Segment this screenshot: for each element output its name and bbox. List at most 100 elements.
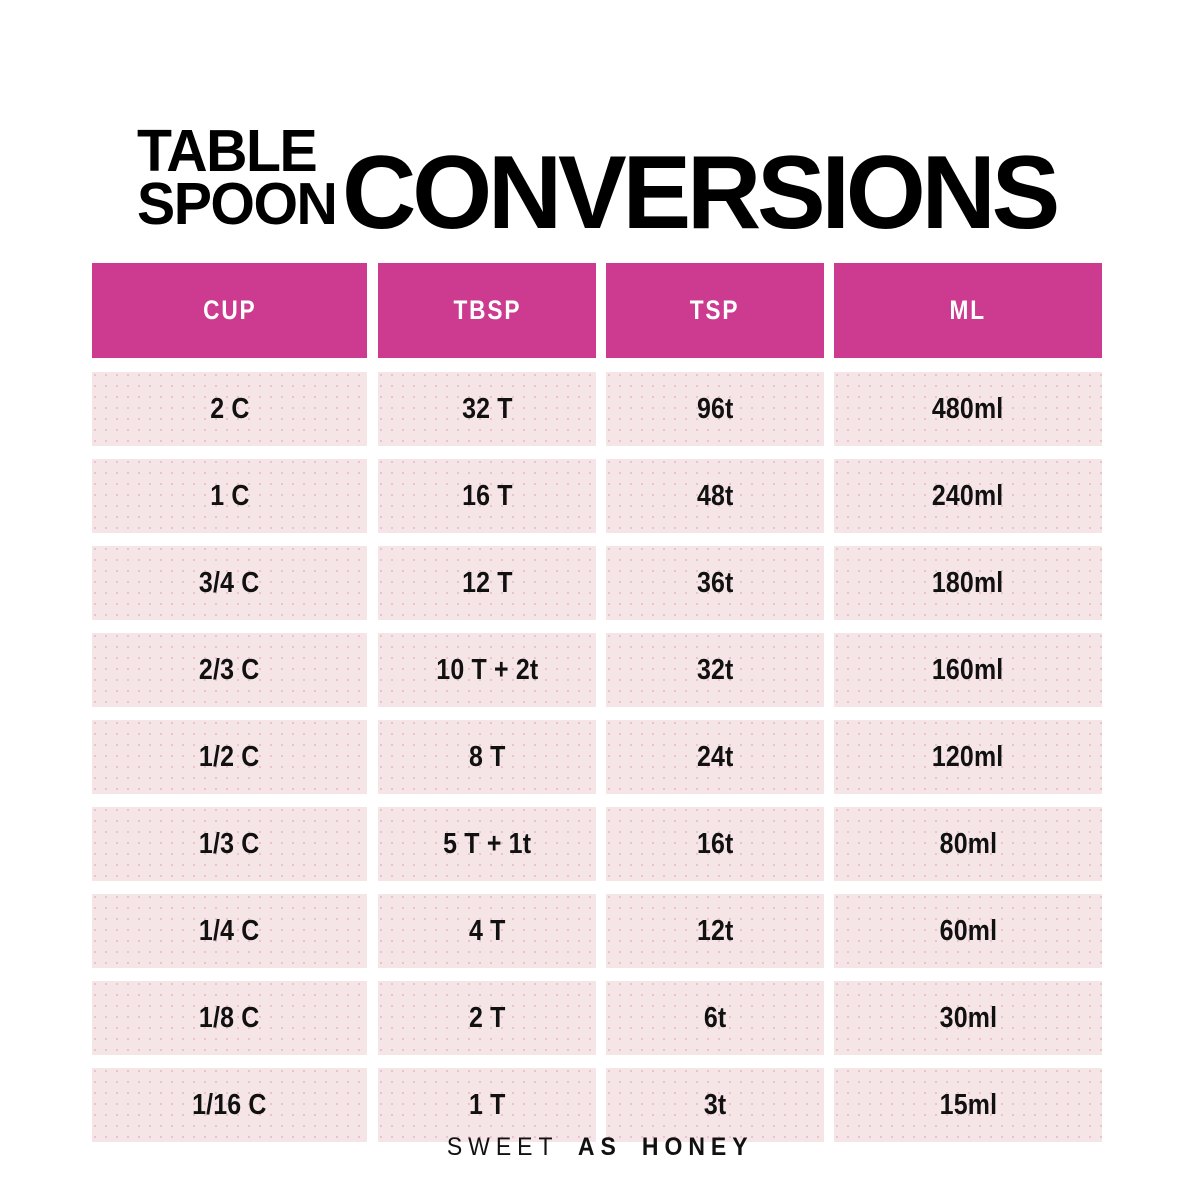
cell-tsp-value: 16t: [696, 827, 734, 860]
cell-tbsp: 32 T: [378, 372, 596, 446]
cell-ml-value: 80ml: [939, 827, 997, 860]
cell-tsp: 12t: [606, 894, 824, 968]
cell-cup: 3/4 C: [92, 546, 367, 620]
page-title: TABLE SPOON CONVERSIONS: [0, 118, 1200, 245]
cell-tbsp: 1 T: [378, 1068, 596, 1142]
cell-tsp: 3t: [606, 1068, 824, 1142]
cell-cup-value: 1/16 C: [192, 1088, 267, 1121]
table-row: 2/3 C 10 T + 2t 32t 160ml: [92, 633, 1102, 707]
cell-ml-value: 180ml: [932, 566, 1004, 599]
cell-tbsp-value: 10 T + 2t: [435, 653, 539, 686]
cell-cup: 1/8 C: [92, 981, 367, 1055]
cell-cup: 1 C: [92, 459, 367, 533]
cell-ml: 180ml: [834, 546, 1102, 620]
table-row: 1/3 C 5 T + 1t 16t 80ml: [92, 807, 1102, 881]
cell-cup: 1/2 C: [92, 720, 367, 794]
cell-ml: 60ml: [834, 894, 1102, 968]
column-header-tbsp: TBSP: [378, 263, 596, 358]
cell-tsp-value: 6t: [703, 1001, 727, 1034]
column-header-tsp: TSP: [606, 263, 824, 358]
conversion-table: CUP TBSP TSP ML 2 C 32 T 96t 480ml 1 C 1…: [92, 263, 1102, 1142]
cell-tbsp: 5 T + 1t: [378, 807, 596, 881]
column-header-tsp-label: TSP: [690, 295, 740, 325]
table-row: 2 C 32 T 96t 480ml: [92, 372, 1102, 446]
cell-tsp-value: 48t: [696, 479, 734, 512]
cell-tbsp: 8 T: [378, 720, 596, 794]
table-row: 1/16 C 1 T 3t 15ml: [92, 1068, 1102, 1142]
cell-ml-value: 15ml: [939, 1088, 997, 1121]
column-header-cup-label: CUP: [202, 295, 257, 325]
cell-ml: 15ml: [834, 1068, 1102, 1142]
table-row: 1/2 C 8 T 24t 120ml: [92, 720, 1102, 794]
infographic-page: TABLE SPOON CONVERSIONS CUP TBSP TSP ML …: [0, 0, 1200, 1200]
cell-cup: 1/3 C: [92, 807, 367, 881]
table-row: 1/8 C 2 T 6t 30ml: [92, 981, 1102, 1055]
brand-word-sweet: SWEET: [446, 1133, 559, 1161]
cell-tbsp-value: 5 T + 1t: [442, 827, 532, 860]
cell-tbsp-value: 16 T: [461, 479, 513, 512]
column-header-cup: CUP: [92, 263, 367, 358]
cell-ml: 80ml: [834, 807, 1102, 881]
cell-tsp-value: 32t: [696, 653, 734, 686]
brand-word-honey: HONEY: [641, 1133, 754, 1161]
cell-tsp: 96t: [606, 372, 824, 446]
cell-tbsp-value: 1 T: [468, 1088, 506, 1121]
cell-tbsp-value: 4 T: [468, 914, 506, 947]
cell-ml-value: 480ml: [932, 392, 1004, 425]
cell-cup-value: 3/4 C: [199, 566, 260, 599]
cell-cup: 2 C: [92, 372, 367, 446]
cell-ml: 480ml: [834, 372, 1102, 446]
table-row: 3/4 C 12 T 36t 180ml: [92, 546, 1102, 620]
title-inner: TABLE SPOON CONVERSIONS: [136, 118, 1064, 245]
cell-cup-value: 2/3 C: [199, 653, 260, 686]
cell-tsp: 36t: [606, 546, 824, 620]
cell-ml: 240ml: [834, 459, 1102, 533]
cell-tsp: 48t: [606, 459, 824, 533]
cell-tsp: 24t: [606, 720, 824, 794]
cell-tbsp-value: 12 T: [461, 566, 513, 599]
cell-ml-value: 240ml: [932, 479, 1004, 512]
cell-tsp: 32t: [606, 633, 824, 707]
cell-ml-value: 60ml: [939, 914, 997, 947]
title-line-spoon: SPOON: [136, 171, 338, 237]
cell-tbsp-value: 8 T: [468, 740, 506, 773]
cell-tbsp: 2 T: [378, 981, 596, 1055]
column-header-ml: ML: [834, 263, 1102, 358]
brand-word-as: AS: [578, 1133, 622, 1161]
cell-ml-value: 30ml: [939, 1001, 997, 1034]
cell-cup: 1/16 C: [92, 1068, 367, 1142]
cell-ml: 120ml: [834, 720, 1102, 794]
cell-ml: 30ml: [834, 981, 1102, 1055]
cell-cup-value: 1/8 C: [199, 1001, 260, 1034]
cell-tbsp-value: 2 T: [468, 1001, 506, 1034]
cell-cup-value: 2 C: [209, 392, 250, 425]
cell-tsp-value: 96t: [696, 392, 734, 425]
title-line-table: TABLE: [136, 118, 318, 185]
cell-cup-value: 1/2 C: [199, 740, 260, 773]
cell-tbsp: 4 T: [378, 894, 596, 968]
cell-tbsp: 12 T: [378, 546, 596, 620]
cell-ml: 160ml: [834, 633, 1102, 707]
cell-cup-value: 1/3 C: [199, 827, 260, 860]
table-row: 1/4 C 4 T 12t 60ml: [92, 894, 1102, 968]
cell-tsp-value: 12t: [696, 914, 734, 947]
title-conversions: CONVERSIONS: [342, 134, 1060, 251]
cell-tsp-value: 36t: [696, 566, 734, 599]
column-header-ml-label: ML: [949, 295, 987, 325]
cell-tsp-value: 24t: [696, 740, 734, 773]
cell-cup: 1/4 C: [92, 894, 367, 968]
table-header-row: CUP TBSP TSP ML: [92, 263, 1102, 358]
cell-tsp-value: 3t: [703, 1088, 727, 1121]
column-header-tbsp-label: TBSP: [453, 295, 521, 325]
cell-tbsp: 10 T + 2t: [378, 633, 596, 707]
title-small-stack: TABLE SPOON: [136, 118, 343, 237]
table-row: 1 C 16 T 48t 240ml: [92, 459, 1102, 533]
cell-tbsp: 16 T: [378, 459, 596, 533]
brand-footer: SWEET AS HONEY: [0, 1133, 1200, 1162]
cell-cup-value: 1/4 C: [199, 914, 260, 947]
cell-tsp: 16t: [606, 807, 824, 881]
cell-cup: 2/3 C: [92, 633, 367, 707]
cell-ml-value: 160ml: [932, 653, 1004, 686]
cell-tbsp-value: 32 T: [461, 392, 513, 425]
cell-ml-value: 120ml: [932, 740, 1004, 773]
